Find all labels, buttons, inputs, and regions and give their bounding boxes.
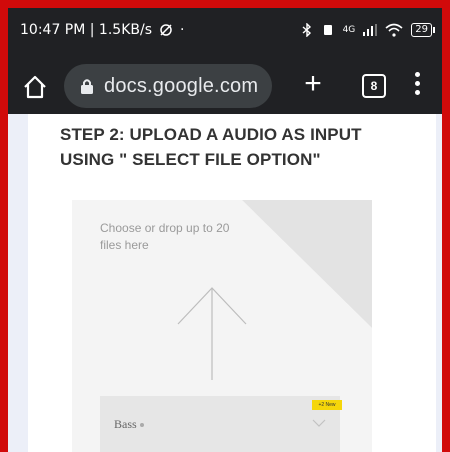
upload-arrow-icon (177, 287, 247, 380)
page-content: STEP 2: UPLOAD A AUDIO AS INPUT USING " … (8, 114, 442, 452)
new-badge: +2 New (312, 400, 342, 410)
data-saver-icon (160, 24, 172, 36)
file-upload-dropzone[interactable]: Choose or drop up to 20 files here Bass … (72, 200, 372, 452)
step-2-heading: STEP 2: UPLOAD A AUDIO AS INPUT USING " … (60, 125, 362, 169)
url-text: docs.google.com (104, 74, 259, 97)
status-time-speed: 10:47 PM | 1.5KB/s (20, 22, 152, 38)
menu-more-icon[interactable] (412, 72, 422, 100)
signal-icon (363, 24, 378, 36)
status-bar: 10:47 PM | 1.5KB/s · 4G 29 (8, 8, 442, 52)
dot-icon: · (180, 22, 185, 38)
bluetooth-icon (302, 23, 311, 37)
vibrate-icon (323, 25, 332, 35)
new-tab-plus-icon[interactable]: + (298, 69, 328, 100)
chevron-down-icon (312, 419, 326, 427)
tab-switcher-button[interactable]: 8 (362, 74, 386, 98)
browser-toolbar: docs.google.com + 8 (8, 58, 442, 114)
battery-icon: 29 (411, 23, 435, 37)
select-value-text: Bass (114, 417, 137, 431)
lock-icon (81, 79, 93, 94)
document-page: STEP 2: UPLOAD A AUDIO AS INPUT USING " … (28, 114, 436, 452)
instrument-select[interactable]: Bass (100, 396, 340, 452)
phone-screen: 10:47 PM | 1.5KB/s · 4G 29 docs.google.c… (8, 8, 442, 452)
wifi-icon (385, 23, 403, 37)
network-type-label: 4G (342, 25, 356, 35)
url-bar[interactable]: docs.google.com (64, 64, 272, 108)
home-icon[interactable] (22, 74, 48, 100)
select-value: Bass (114, 417, 144, 432)
drop-instructions: Choose or drop up to 20 files here (100, 221, 230, 252)
